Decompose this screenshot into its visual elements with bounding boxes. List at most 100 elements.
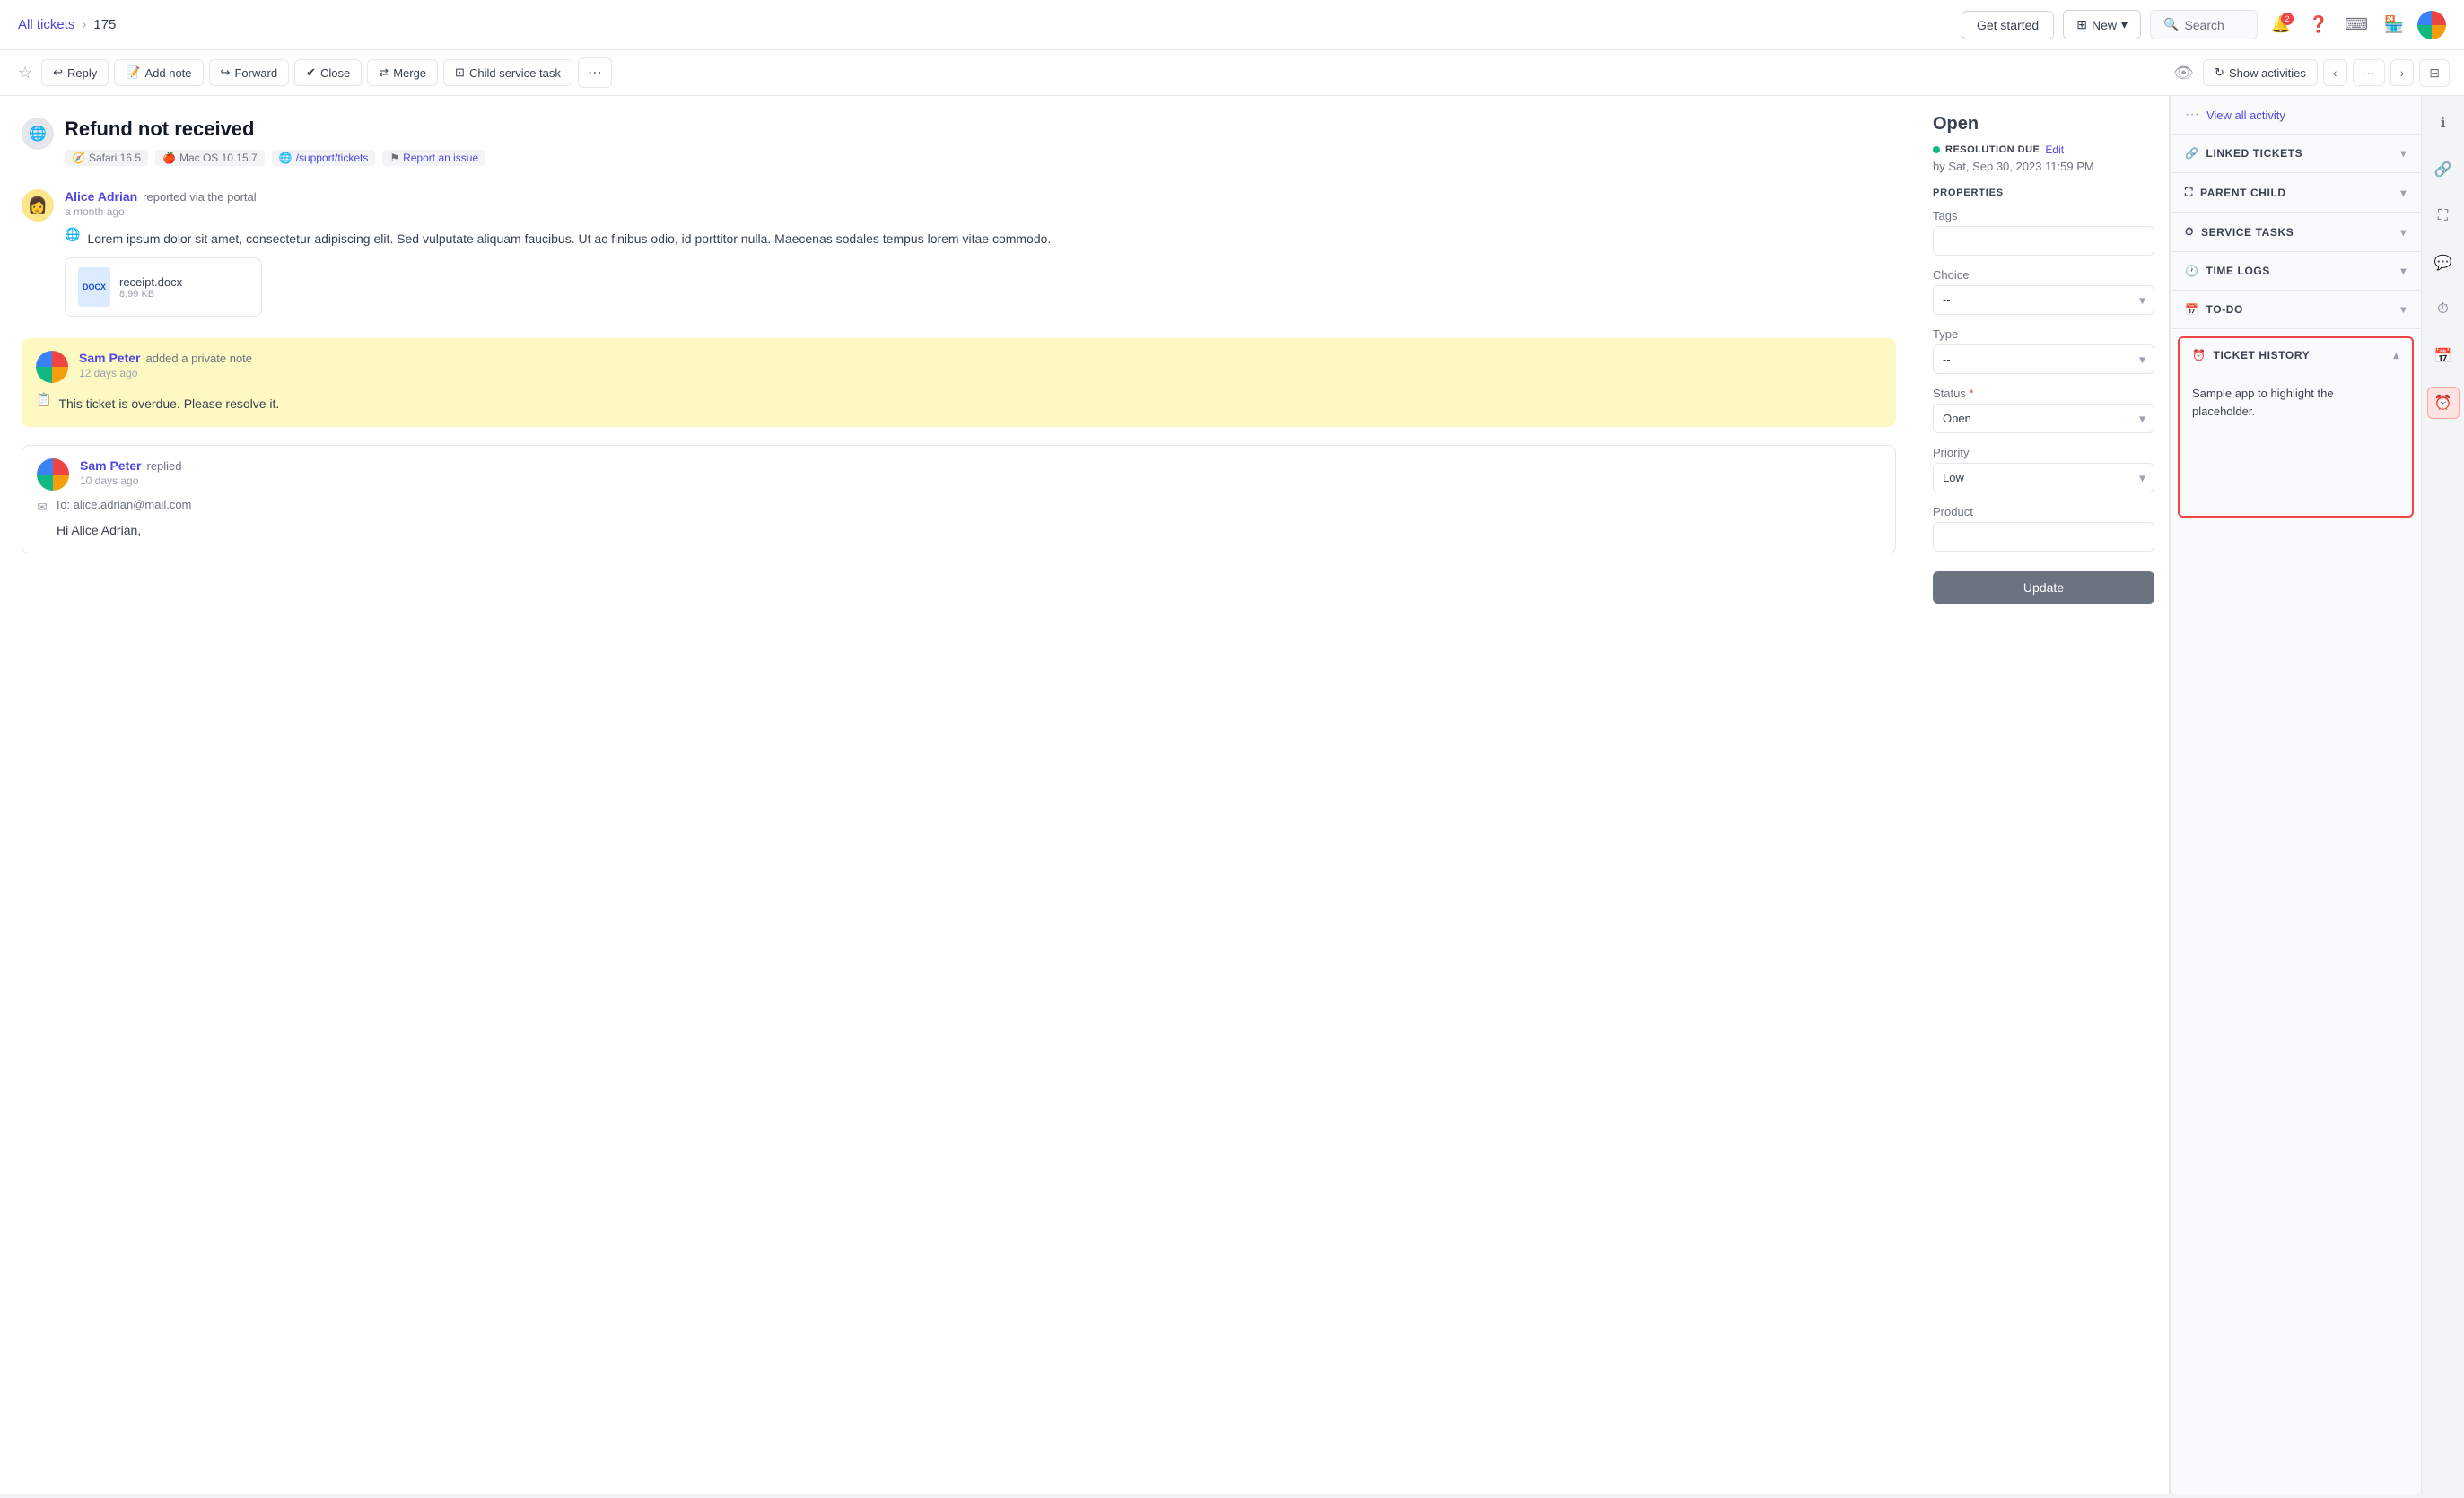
- tags-label: Tags: [1933, 209, 2154, 222]
- breadcrumb-separator: ›: [82, 17, 86, 32]
- apple-icon: 🍎: [162, 152, 176, 164]
- type-select[interactable]: --: [1933, 344, 2154, 374]
- child-service-task-button[interactable]: ⊡ Child service task: [443, 59, 572, 86]
- time-logs-header[interactable]: 🕐 TIME LOGS ▾: [2171, 252, 2421, 290]
- ticket-meta: 🧭 Safari 16.5 🍎 Mac OS 10.15.7 🌐 /suppor…: [65, 150, 485, 166]
- tags-field: Tags: [1933, 209, 2154, 256]
- merge-button[interactable]: ⇄ Merge: [367, 59, 438, 86]
- add-note-button[interactable]: 📝 Add note: [114, 59, 203, 86]
- reply-icon: ↩: [53, 65, 63, 80]
- message-item: 👩 Alice Adrian reported via the portal a…: [22, 189, 1896, 317]
- choice-field: Choice --: [1933, 268, 2154, 315]
- avatar: [36, 351, 68, 383]
- service-tasks-header[interactable]: ⏱ SERVICE TASKS ▾: [2171, 213, 2421, 251]
- os-tag: 🍎 Mac OS 10.15.7: [155, 150, 265, 166]
- forward-button[interactable]: ↪ Forward: [209, 59, 290, 86]
- resolution-label: RESOLUTION DUE: [1945, 144, 2040, 155]
- more-options-button[interactable]: ⋯: [578, 57, 612, 88]
- layout-button[interactable]: ⊟: [2419, 59, 2450, 87]
- view-all-activity-row[interactable]: ··· View all activity: [2171, 96, 2421, 135]
- nav-dots-button[interactable]: ···: [2353, 59, 2385, 86]
- type-label: Type: [1933, 327, 2154, 341]
- status-field: Status * Open: [1933, 387, 2154, 433]
- product-label: Product: [1933, 505, 2154, 518]
- keyboard-button[interactable]: ⌨: [2342, 11, 2371, 39]
- all-tickets-link[interactable]: All tickets: [18, 17, 74, 32]
- eye-button[interactable]: 👁: [2170, 60, 2198, 86]
- hierarchy-icon: ⛶: [2185, 186, 2193, 199]
- chat-icon-button[interactable]: 💬: [2427, 247, 2460, 279]
- new-button[interactable]: ⊞ New ▾: [2063, 10, 2141, 39]
- parent-child-accordion: ⛶ PARENT CHILD ▾: [2171, 173, 2421, 213]
- product-field: Product: [1933, 505, 2154, 552]
- notifications-button[interactable]: 🔔 2: [2267, 11, 2295, 39]
- history-icon-button[interactable]: ⏰: [2427, 387, 2460, 419]
- ticket-history-header[interactable]: ⏰ TICKET HISTORY ▴: [2180, 338, 2412, 372]
- right-sidebar: ··· View all activity 🔗 LINKED TICKETS ▾…: [2170, 96, 2421, 1494]
- right-sidebar-icons: ℹ 🔗 ⛶ 💬 ⏱ 📅 ⏰: [2421, 96, 2464, 1494]
- close-button[interactable]: ✔ Close: [294, 59, 362, 86]
- resolution-dot: [1933, 146, 1940, 153]
- reply-button[interactable]: ↩ Reply: [41, 59, 109, 86]
- status-label: Status *: [1933, 387, 2154, 400]
- notification-badge: 2: [2281, 13, 2294, 25]
- nav-next-button[interactable]: ›: [2390, 59, 2415, 86]
- note-action: added a private note: [145, 352, 252, 365]
- breadcrumb: All tickets › 175: [18, 17, 116, 32]
- globe-icon: 🌐: [22, 118, 54, 150]
- help-button[interactable]: ❓: [2304, 11, 2333, 39]
- priority-select[interactable]: Low: [1933, 463, 2154, 492]
- clock-icon: 🕐: [2185, 265, 2199, 277]
- reply-block: Sam Peter replied 10 days ago ✉ To: alic…: [22, 445, 1896, 553]
- view-all-activity-link[interactable]: View all activity: [2206, 109, 2285, 122]
- attachment-name: receipt.docx: [119, 275, 182, 289]
- resolution-edit-link[interactable]: Edit: [2045, 144, 2064, 156]
- reply-author: Sam Peter: [80, 458, 141, 473]
- plus-icon: ⊞: [2076, 17, 2087, 32]
- properties-panel: Open RESOLUTION DUE Edit by Sat, Sep 30,…: [1918, 96, 2170, 1494]
- avatar: 👩: [22, 189, 54, 222]
- ticket-status: Open: [1933, 114, 2154, 135]
- chevron-down-icon: ▾: [2400, 303, 2407, 316]
- type-field: Type --: [1933, 327, 2154, 374]
- link-icon-button[interactable]: 🔗: [2427, 153, 2460, 186]
- info-icon-button[interactable]: ℹ: [2427, 107, 2460, 139]
- note-text: This ticket is overdue. Please resolve i…: [58, 394, 279, 414]
- product-input[interactable]: [1933, 522, 2154, 552]
- show-activities-button[interactable]: ↻ Show activities: [2203, 59, 2318, 86]
- ticket-number: 175: [93, 17, 116, 32]
- reply-action: replied: [146, 459, 181, 473]
- clock-icon-button[interactable]: ⏱: [2427, 293, 2460, 326]
- search-button[interactable]: 🔍 Search: [2150, 10, 2258, 39]
- browser-icon: 🧭: [72, 152, 85, 164]
- calendar-icon: 📅: [2185, 303, 2199, 316]
- store-button[interactable]: 🏪: [2380, 11, 2408, 39]
- status-select[interactable]: Open: [1933, 404, 2154, 433]
- path-tag[interactable]: 🌐 /support/tickets: [272, 150, 376, 166]
- report-tag[interactable]: ⚑ Report an issue: [382, 150, 485, 166]
- hierarchy-icon-button[interactable]: ⛶: [2427, 200, 2460, 232]
- linked-tickets-header[interactable]: 🔗 LINKED TICKETS ▾: [2171, 135, 2421, 172]
- history-icon: ⏰: [2192, 349, 2206, 361]
- browser-tag: 🧭 Safari 16.5: [65, 150, 148, 166]
- nav-prev-button[interactable]: ‹: [2323, 59, 2347, 86]
- todo-header[interactable]: 📅 TO-DO ▾: [2171, 291, 2421, 328]
- chevron-up-icon: ▴: [2393, 349, 2399, 361]
- attachment[interactable]: DOCX receipt.docx 8.99 KB: [65, 257, 262, 317]
- choice-select[interactable]: --: [1933, 285, 2154, 315]
- star-button[interactable]: ☆: [14, 60, 36, 86]
- message-action: reported via the portal: [143, 190, 256, 204]
- update-button[interactable]: Update: [1933, 571, 2154, 604]
- message-text: Lorem ipsum dolor sit amet, consectetur …: [87, 229, 1051, 248]
- get-started-button[interactable]: Get started: [1962, 11, 2054, 39]
- chevron-down-icon: ▾: [2400, 226, 2407, 239]
- tags-input[interactable]: [1933, 226, 2154, 256]
- calendar-icon-button[interactable]: 📅: [2427, 340, 2460, 372]
- note-type-icon: 📋: [36, 392, 51, 407]
- top-nav: All tickets › 175 Get started ⊞ New ▾ 🔍 …: [0, 0, 2464, 50]
- parent-child-header[interactable]: ⛶ PARENT CHILD ▾: [2171, 173, 2421, 212]
- task-icon: ⊡: [455, 65, 465, 80]
- docx-icon: DOCX: [78, 267, 110, 307]
- message-author: Alice Adrian: [65, 189, 137, 204]
- search-icon: 🔍: [2163, 17, 2179, 32]
